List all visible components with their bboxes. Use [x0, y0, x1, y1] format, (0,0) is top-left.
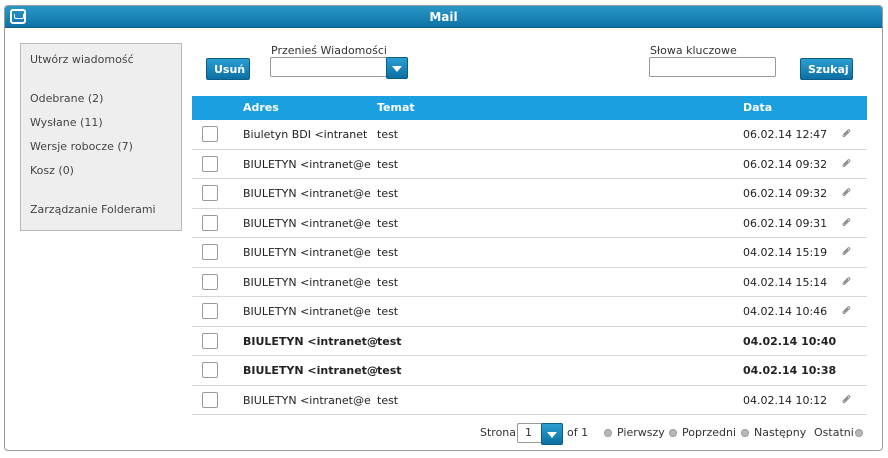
header-date[interactable]: Data [743, 96, 772, 120]
table-row[interactable]: BIULETYN <intranet@e test 06.02.14 09:31 [192, 209, 867, 238]
paperclip-icon [842, 158, 851, 167]
title-bar: Mail [5, 6, 882, 28]
row-subject[interactable]: test [377, 356, 402, 385]
folder-trash[interactable]: Kosz (0) [30, 164, 74, 177]
folder-sidebar: Utwórz wiadomość Odebrane (2) Wysłane (1… [20, 43, 182, 231]
table-body: Biuletyn BDI <intranet test 06.02.14 12:47… [192, 120, 867, 415]
compose-link[interactable]: Utwórz wiadomość [30, 53, 134, 66]
keywords-input[interactable] [649, 57, 776, 77]
pagination: Strona 1 of 1 Pierwszy Poprzedni Następn… [480, 422, 870, 445]
row-date: 04.02.14 10:40 [743, 334, 837, 348]
row-address[interactable]: BIULETYN <intranet@e [243, 150, 371, 179]
keywords-label: Słowa kluczowe [650, 44, 737, 57]
last-page-icon[interactable] [855, 429, 863, 437]
row-checkbox[interactable] [202, 185, 218, 201]
row-address[interactable]: BIULETYN <intranet@e [243, 209, 371, 238]
table-row[interactable]: BIULETYN <intranet@e test 06.02.14 09:32 [192, 179, 867, 209]
row-date: 04.02.14 15:14 [743, 275, 828, 289]
row-address[interactable]: BIULETYN <intranet@e [243, 386, 371, 415]
table-row[interactable]: BIULETYN <intranet@e test 04.02.14 15:19 [192, 238, 867, 268]
table-row[interactable]: Biuletyn BDI <intranet test 06.02.14 12:47 [192, 120, 867, 150]
folder-drafts[interactable]: Wersje robocze (7) [30, 140, 133, 153]
row-checkbox[interactable] [202, 391, 218, 408]
row-address[interactable]: BIULETYN <intranet@ [243, 327, 378, 356]
mail-window: Mail Utwórz wiadomość Odebrane (2) Wysła… [4, 5, 883, 451]
first-page-icon[interactable] [604, 429, 612, 437]
row-checkbox[interactable] [202, 303, 218, 319]
folder-inbox[interactable]: Odebrane (2) [30, 92, 103, 105]
row-checkbox[interactable] [202, 155, 218, 172]
paperclip-icon [842, 247, 851, 256]
paperclip-icon [842, 129, 851, 138]
table-row[interactable]: BIULETYN <intranet@e test 06.02.14 09:32 [192, 150, 867, 179]
folder-sent[interactable]: Wysłane (11) [30, 116, 103, 129]
table-row[interactable]: BIULETYN <intranet@e test 04.02.14 10:12 [192, 386, 867, 415]
move-messages-label: Przenieś Wiadomości [271, 44, 387, 57]
row-address[interactable]: BIULETYN <intranet@e [243, 179, 371, 208]
row-date: 06.02.14 09:31 [743, 216, 828, 230]
row-date: 04.02.14 10:38 [743, 364, 837, 377]
row-date: 04.02.14 15:19 [743, 246, 828, 259]
paperclip-icon [842, 276, 851, 285]
row-subject[interactable]: test [377, 150, 398, 179]
row-date: 06.02.14 09:32 [743, 157, 828, 171]
row-checkbox[interactable] [202, 362, 218, 378]
message-table: Adres Temat Data Biuletyn BDI <intranet t… [192, 96, 867, 415]
row-subject[interactable]: test [377, 209, 398, 238]
next-page-link[interactable]: Następny [754, 422, 806, 444]
first-page-link[interactable]: Pierwszy [617, 422, 665, 444]
paperclip-icon [842, 217, 851, 226]
window-title: Mail [429, 10, 458, 24]
row-date: 06.02.14 12:47 [743, 128, 828, 141]
row-subject[interactable]: test [377, 268, 398, 297]
move-messages-select[interactable] [270, 57, 408, 79]
row-subject[interactable]: test [377, 120, 398, 149]
row-address[interactable]: Biuletyn BDI <intranet [243, 120, 367, 149]
row-checkbox[interactable] [202, 273, 218, 290]
row-address[interactable]: BIULETYN <intranet@e [243, 238, 371, 267]
next-page-icon[interactable] [741, 429, 749, 437]
header-address[interactable]: Adres [243, 96, 279, 120]
chevron-down-icon[interactable] [541, 423, 563, 445]
page-label: Strona [480, 426, 517, 439]
row-date: 04.02.14 10:46 [743, 305, 828, 318]
table-row[interactable]: BIULETYN <intranet@e test 04.02.14 10:46 [192, 297, 867, 327]
table-row[interactable]: BIULETYN <intranet@e test 04.02.14 15:14 [192, 268, 867, 297]
header-subject[interactable]: Temat [377, 96, 415, 120]
paperclip-icon [842, 394, 851, 403]
table-row[interactable]: BIULETYN <intranet@ test 04.02.14 10:40 [192, 327, 867, 356]
row-checkbox[interactable] [202, 126, 218, 142]
table-row[interactable]: BIULETYN <intranet@ test 04.02.14 10:38 [192, 356, 867, 386]
page-select[interactable]: 1 [517, 423, 563, 445]
last-page-link[interactable]: Ostatni [814, 422, 854, 444]
table-header: Adres Temat Data [192, 96, 867, 120]
page-value: 1 [525, 426, 532, 439]
row-address[interactable]: BIULETYN <intranet@e [243, 297, 371, 326]
row-subject[interactable]: test [377, 327, 402, 356]
row-checkbox[interactable] [202, 332, 218, 349]
row-subject[interactable]: test [377, 179, 398, 208]
delete-button[interactable]: Usuń [206, 58, 250, 80]
prev-page-icon[interactable] [669, 429, 677, 437]
row-checkbox[interactable] [202, 244, 218, 260]
paperclip-icon [842, 306, 851, 315]
page-count: of 1 [567, 426, 589, 439]
row-address[interactable]: BIULETYN <intranet@ [243, 356, 378, 385]
paperclip-icon [842, 188, 851, 197]
row-address[interactable]: BIULETYN <intranet@e [243, 268, 371, 297]
row-subject[interactable]: test [377, 386, 398, 415]
row-date: 06.02.14 09:32 [743, 187, 828, 200]
manage-folders-link[interactable]: Zarządzanie Folderami [30, 203, 156, 216]
row-checkbox[interactable] [202, 214, 218, 231]
chevron-down-icon[interactable] [386, 57, 408, 79]
row-subject[interactable]: test [377, 238, 398, 267]
search-button[interactable]: Szukaj [800, 58, 853, 80]
row-date: 04.02.14 10:12 [743, 393, 828, 407]
row-subject[interactable]: test [377, 297, 398, 326]
prev-page-link[interactable]: Poprzedni [682, 422, 736, 444]
